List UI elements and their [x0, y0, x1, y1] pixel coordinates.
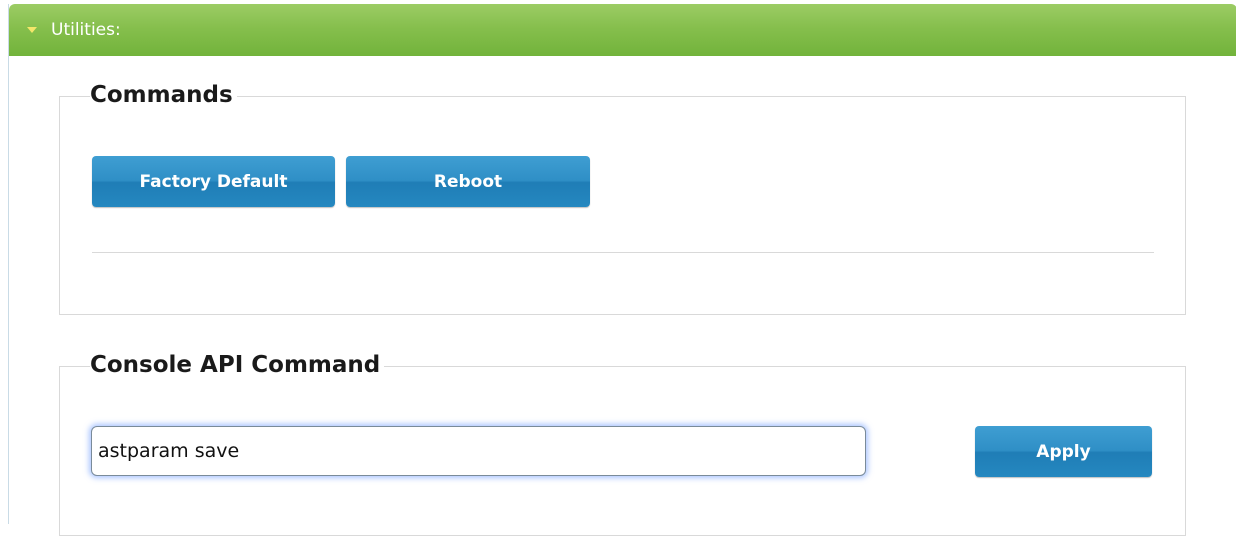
- commands-divider: [92, 252, 1154, 253]
- caret-down-icon[interactable]: [27, 27, 37, 33]
- reboot-button[interactable]: Reboot: [346, 156, 590, 207]
- utilities-header[interactable]: Utilities:: [9, 4, 1236, 56]
- commands-legend: Commands: [90, 82, 237, 108]
- console-command-input[interactable]: [91, 426, 866, 476]
- apply-button[interactable]: Apply: [975, 426, 1152, 477]
- factory-default-button[interactable]: Factory Default: [92, 156, 335, 207]
- console-legend: Console API Command: [90, 352, 385, 378]
- panel-title: Utilities:: [51, 20, 121, 40]
